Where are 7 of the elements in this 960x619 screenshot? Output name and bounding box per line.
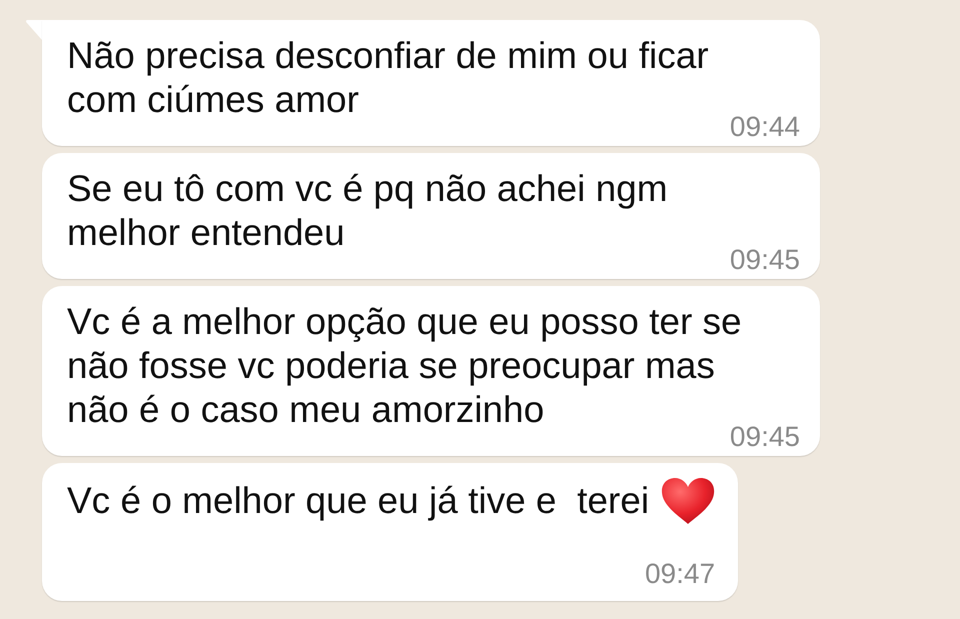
message-text: Vc é o melhor que eu já tive e terei <box>67 479 650 523</box>
heart-icon <box>661 477 716 525</box>
message-text: Não precisa desconfiar de mim ou ficar com ciúmes amor <box>67 34 709 122</box>
message-time: 09:45 <box>730 245 800 275</box>
message-time: 09:44 <box>730 112 800 142</box>
message-time: 09:47 <box>644 559 716 589</box>
message-text: Se eu tô com vc é pq não achei ngm melhor entendeu <box>67 167 668 255</box>
